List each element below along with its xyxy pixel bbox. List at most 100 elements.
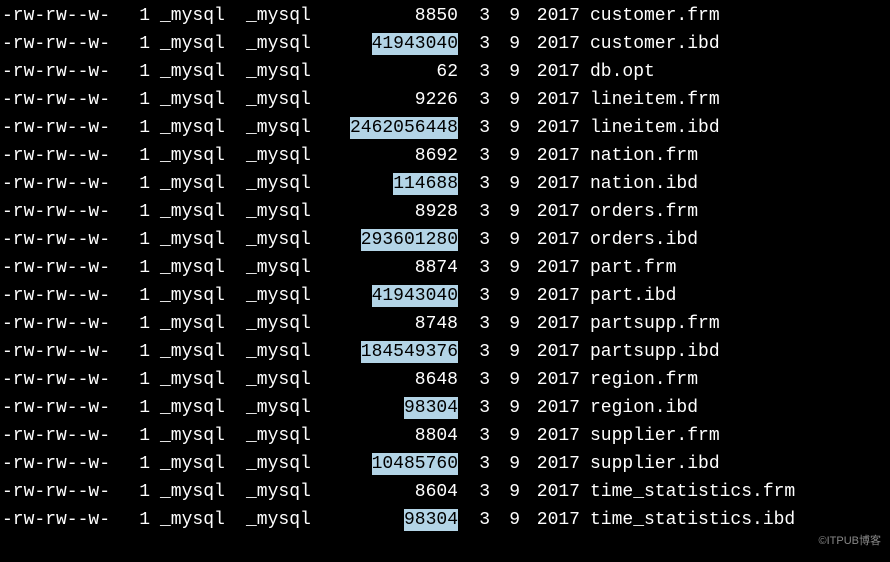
filename: orders.frm	[580, 198, 698, 226]
link-count: 1	[110, 58, 150, 86]
filename: part.frm	[580, 254, 676, 282]
year: 2017	[520, 30, 580, 58]
year: 2017	[520, 254, 580, 282]
year: 2017	[520, 310, 580, 338]
highlighted-size[interactable]: 98304	[404, 509, 458, 531]
group: _mysql	[230, 506, 320, 534]
year: 2017	[520, 338, 580, 366]
filename: nation.ibd	[580, 170, 698, 198]
month: 3	[460, 338, 490, 366]
group: _mysql	[230, 30, 320, 58]
filename: supplier.ibd	[580, 450, 720, 478]
link-count: 1	[110, 422, 150, 450]
owner: _mysql	[150, 366, 230, 394]
filename: region.ibd	[580, 394, 698, 422]
month: 3	[460, 282, 490, 310]
month: 3	[460, 366, 490, 394]
year: 2017	[520, 142, 580, 170]
month: 3	[460, 2, 490, 30]
year: 2017	[520, 86, 580, 114]
permissions: -rw-rw--w-	[0, 422, 110, 450]
file-row: -rw-rw--w-1_mysql_mysql184549376392017pa…	[0, 338, 890, 366]
file-size: 184549376	[320, 338, 460, 366]
file-size: 98304	[320, 394, 460, 422]
permissions: -rw-rw--w-	[0, 338, 110, 366]
permissions: -rw-rw--w-	[0, 142, 110, 170]
month: 3	[460, 198, 490, 226]
owner: _mysql	[150, 254, 230, 282]
day: 9	[490, 450, 520, 478]
file-row: -rw-rw--w-1_mysql_mysql114688392017natio…	[0, 170, 890, 198]
highlighted-size[interactable]: 114688	[393, 173, 458, 195]
file-row: -rw-rw--w-1_mysql_mysql8928392017orders.…	[0, 198, 890, 226]
link-count: 1	[110, 86, 150, 114]
group: _mysql	[230, 2, 320, 30]
link-count: 1	[110, 30, 150, 58]
link-count: 1	[110, 170, 150, 198]
highlighted-size[interactable]: 184549376	[361, 341, 458, 363]
link-count: 1	[110, 142, 150, 170]
group: _mysql	[230, 142, 320, 170]
year: 2017	[520, 2, 580, 30]
permissions: -rw-rw--w-	[0, 478, 110, 506]
group: _mysql	[230, 366, 320, 394]
watermark-text: ©ITPUB博客	[816, 526, 885, 556]
group: _mysql	[230, 226, 320, 254]
year: 2017	[520, 394, 580, 422]
month: 3	[460, 254, 490, 282]
link-count: 1	[110, 226, 150, 254]
permissions: -rw-rw--w-	[0, 170, 110, 198]
file-row: -rw-rw--w-1_mysql_mysql2462056448392017l…	[0, 114, 890, 142]
permissions: -rw-rw--w-	[0, 198, 110, 226]
filename: orders.ibd	[580, 226, 698, 254]
file-size: 41943040	[320, 30, 460, 58]
day: 9	[490, 114, 520, 142]
month: 3	[460, 170, 490, 198]
group: _mysql	[230, 450, 320, 478]
highlighted-size[interactable]: 41943040	[372, 285, 458, 307]
month: 3	[460, 226, 490, 254]
file-row: -rw-rw--w-1_mysql_mysql98304392017region…	[0, 394, 890, 422]
permissions: -rw-rw--w-	[0, 506, 110, 534]
highlighted-size[interactable]: 10485760	[372, 453, 458, 475]
file-row: -rw-rw--w-1_mysql_mysql8804392017supplie…	[0, 422, 890, 450]
link-count: 1	[110, 114, 150, 142]
owner: _mysql	[150, 30, 230, 58]
highlighted-size[interactable]: 98304	[404, 397, 458, 419]
owner: _mysql	[150, 226, 230, 254]
file-row: -rw-rw--w-1_mysql_mysql8648392017region.…	[0, 366, 890, 394]
group: _mysql	[230, 310, 320, 338]
day: 9	[490, 254, 520, 282]
highlighted-size[interactable]: 293601280	[361, 229, 458, 251]
month: 3	[460, 450, 490, 478]
month: 3	[460, 506, 490, 534]
owner: _mysql	[150, 198, 230, 226]
highlighted-size[interactable]: 41943040	[372, 33, 458, 55]
month: 3	[460, 394, 490, 422]
day: 9	[490, 86, 520, 114]
file-row: -rw-rw--w-1_mysql_mysql9226392017lineite…	[0, 86, 890, 114]
year: 2017	[520, 170, 580, 198]
filename: partsupp.ibd	[580, 338, 720, 366]
owner: _mysql	[150, 58, 230, 86]
year: 2017	[520, 450, 580, 478]
month: 3	[460, 478, 490, 506]
filename: lineitem.ibd	[580, 114, 720, 142]
filename: region.frm	[580, 366, 698, 394]
owner: _mysql	[150, 114, 230, 142]
file-size: 41943040	[320, 282, 460, 310]
permissions: -rw-rw--w-	[0, 226, 110, 254]
link-count: 1	[110, 282, 150, 310]
file-size: 8850	[320, 2, 460, 30]
file-row: -rw-rw--w-1_mysql_mysql98304392017time_s…	[0, 506, 890, 534]
day: 9	[490, 338, 520, 366]
file-row: -rw-rw--w-1_mysql_mysql8604392017time_st…	[0, 478, 890, 506]
permissions: -rw-rw--w-	[0, 366, 110, 394]
month: 3	[460, 422, 490, 450]
day: 9	[490, 170, 520, 198]
highlighted-size[interactable]: 2462056448	[350, 117, 458, 139]
link-count: 1	[110, 198, 150, 226]
group: _mysql	[230, 58, 320, 86]
file-size: 10485760	[320, 450, 460, 478]
month: 3	[460, 310, 490, 338]
